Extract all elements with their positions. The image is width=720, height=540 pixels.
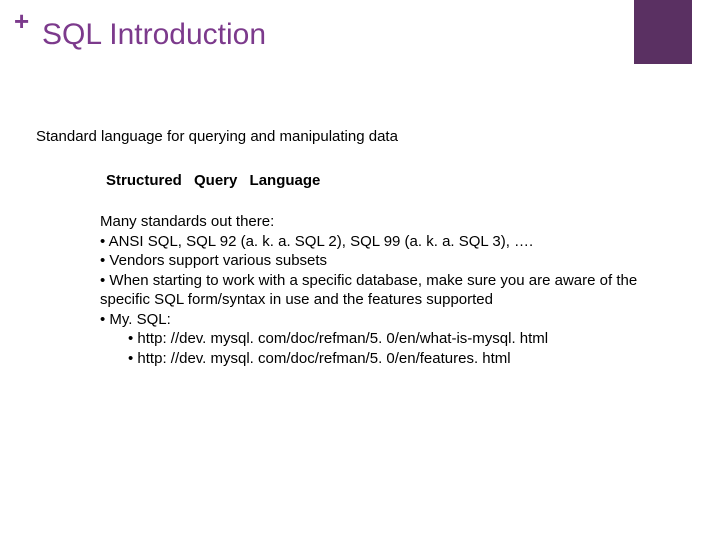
body-subline: • http: //dev. mysql. com/doc/refman/5. … — [100, 329, 670, 349]
section-heading: Structured Query Language — [106, 172, 320, 189]
plus-decoration: + — [14, 8, 29, 34]
page-title: SQL Introduction — [42, 18, 266, 52]
body-line: • ANSI SQL, SQL 92 (a. k. a. SQL 2), SQL… — [100, 232, 670, 252]
accent-box — [634, 0, 692, 64]
body-line: • Vendors support various subsets — [100, 251, 670, 271]
body-line: Many standards out there: — [100, 212, 670, 232]
subtitle: Standard language for querying and manip… — [36, 128, 398, 145]
body-subline: • http: //dev. mysql. com/doc/refman/5. … — [100, 349, 670, 369]
body-text: Many standards out there: • ANSI SQL, SQ… — [100, 212, 670, 368]
body-line: • When starting to work with a specific … — [100, 271, 670, 310]
body-line: • My. SQL: — [100, 310, 670, 330]
